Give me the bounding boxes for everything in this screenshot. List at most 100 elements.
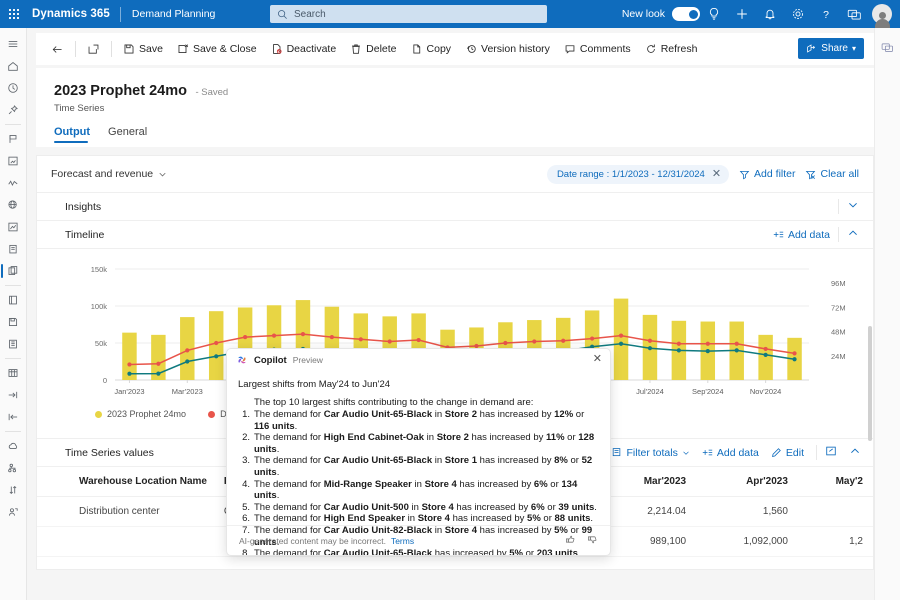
- tab-output[interactable]: Output: [54, 126, 98, 143]
- date-range-chip[interactable]: Date range : 1/1/2023 - 12/31/2024 ✕: [547, 165, 729, 184]
- tab-general[interactable]: General: [108, 126, 155, 143]
- chart-point[interactable]: [561, 339, 565, 343]
- chart-point[interactable]: [764, 347, 768, 351]
- chart-point[interactable]: [214, 341, 218, 345]
- chart-point[interactable]: [185, 359, 189, 363]
- user-settings-icon[interactable]: [0, 501, 27, 523]
- chart-bar[interactable]: [614, 299, 628, 380]
- chart-point[interactable]: [764, 353, 768, 357]
- chart-point[interactable]: [359, 337, 363, 341]
- brand-label[interactable]: Dynamics 365: [28, 8, 120, 20]
- insights-section-header[interactable]: Insights: [37, 192, 873, 220]
- chart-point[interactable]: [792, 351, 796, 355]
- timeline-collapse-chevron-up-icon[interactable]: [838, 227, 859, 242]
- table-add-data-button[interactable]: Add data: [702, 447, 759, 459]
- version-history-button[interactable]: Version history: [458, 36, 557, 62]
- building-icon[interactable]: [0, 333, 27, 355]
- save-close-button[interactable]: Save & Close: [170, 36, 264, 62]
- chart-point[interactable]: [677, 342, 681, 346]
- help-icon[interactable]: ?: [812, 0, 840, 28]
- chart-point[interactable]: [706, 342, 710, 346]
- clear-all-button[interactable]: Clear all: [805, 168, 859, 180]
- chart-point[interactable]: [214, 354, 218, 358]
- chart-point[interactable]: [330, 335, 334, 339]
- hamburger-icon[interactable]: [0, 33, 27, 55]
- chart-point[interactable]: [185, 348, 189, 352]
- thumbs-down-icon[interactable]: [587, 532, 598, 550]
- timeline-add-data-button[interactable]: Add data: [773, 229, 830, 241]
- refresh-button[interactable]: Refresh: [638, 36, 705, 62]
- add-icon[interactable]: [728, 0, 756, 28]
- comments-button[interactable]: Comments: [557, 36, 638, 62]
- feedback-icon[interactable]: [840, 0, 868, 28]
- cloud-icon[interactable]: [0, 435, 27, 457]
- col-may-2023[interactable]: May'2: [798, 467, 873, 497]
- notification-icon[interactable]: [756, 0, 784, 28]
- chart-point[interactable]: [735, 342, 739, 346]
- flag-icon[interactable]: [0, 128, 27, 150]
- hierarchy-icon[interactable]: [0, 457, 27, 479]
- copilot-close-icon[interactable]: ✕: [593, 354, 602, 365]
- thumbs-up-icon[interactable]: [565, 532, 576, 550]
- copy-button[interactable]: Copy: [404, 36, 459, 62]
- app-name-label[interactable]: Demand Planning: [121, 8, 215, 20]
- home-icon[interactable]: [0, 55, 27, 77]
- col-warehouse-location-name[interactable]: Warehouse Location Name: [37, 467, 214, 497]
- col-apr-2023[interactable]: Apr'2023: [696, 467, 798, 497]
- search-input[interactable]: Search: [270, 5, 547, 23]
- table-icon[interactable]: [0, 362, 27, 384]
- chart-point[interactable]: [243, 335, 247, 339]
- delete-button[interactable]: Delete: [343, 36, 403, 62]
- chart-point[interactable]: [792, 357, 796, 361]
- chart-point[interactable]: [272, 334, 276, 338]
- copilot-terms-link[interactable]: Terms: [391, 536, 414, 546]
- chart-point[interactable]: [735, 348, 739, 352]
- sort-icon[interactable]: [0, 479, 27, 501]
- chart-point[interactable]: [648, 339, 652, 343]
- content-scrollbar[interactable]: [868, 326, 872, 441]
- chart-point[interactable]: [619, 342, 623, 346]
- share-button[interactable]: Share ▾: [798, 38, 864, 59]
- view-selector[interactable]: Forecast and revenue: [51, 168, 167, 180]
- expand-table-icon[interactable]: [816, 445, 837, 460]
- filter-totals-button[interactable]: Filter totals: [612, 447, 690, 459]
- chart-point[interactable]: [619, 334, 623, 338]
- gear-icon[interactable]: [784, 0, 812, 28]
- chart-point[interactable]: [301, 332, 305, 336]
- table-collapse-chevron-up-icon[interactable]: [849, 445, 861, 460]
- popout-button[interactable]: [80, 36, 107, 62]
- dashboard-icon[interactable]: [0, 150, 27, 172]
- chart-point[interactable]: [590, 336, 594, 340]
- chart-point[interactable]: [417, 338, 421, 342]
- chart-point[interactable]: [532, 339, 536, 343]
- globe-icon[interactable]: [0, 194, 27, 216]
- chart-point[interactable]: [677, 348, 681, 352]
- add-filter-button[interactable]: Add filter: [739, 168, 795, 180]
- chart-up-icon[interactable]: [0, 216, 27, 238]
- save-button[interactable]: Save: [116, 36, 170, 62]
- export-icon[interactable]: [0, 406, 27, 428]
- book-icon[interactable]: [0, 289, 27, 311]
- new-look-toggle[interactable]: [672, 7, 700, 21]
- chart-point[interactable]: [648, 346, 652, 350]
- timeline-section-header[interactable]: Timeline Add data: [37, 220, 873, 248]
- deactivate-button[interactable]: Deactivate: [264, 36, 344, 62]
- chart-bar[interactable]: [758, 335, 772, 380]
- chart-point[interactable]: [156, 362, 160, 366]
- chart-point[interactable]: [706, 349, 710, 353]
- feedback-panel-icon[interactable]: [874, 36, 900, 58]
- chart-point[interactable]: [156, 372, 160, 376]
- activity-icon[interactable]: [0, 172, 27, 194]
- edit-button[interactable]: Edit: [771, 447, 804, 459]
- save-disk-icon[interactable]: [0, 311, 27, 333]
- recent-icon[interactable]: [0, 77, 27, 99]
- clipboard-icon[interactable]: [0, 238, 27, 260]
- chart-point[interactable]: [503, 341, 507, 345]
- chart-point[interactable]: [127, 362, 131, 366]
- pinned-icon[interactable]: [0, 99, 27, 121]
- back-button[interactable]: [44, 36, 71, 62]
- chart-point[interactable]: [127, 372, 131, 376]
- lightbulb-icon[interactable]: [700, 0, 728, 28]
- chart-point[interactable]: [388, 339, 392, 343]
- insights-expand-chevron-down-icon[interactable]: [838, 199, 859, 214]
